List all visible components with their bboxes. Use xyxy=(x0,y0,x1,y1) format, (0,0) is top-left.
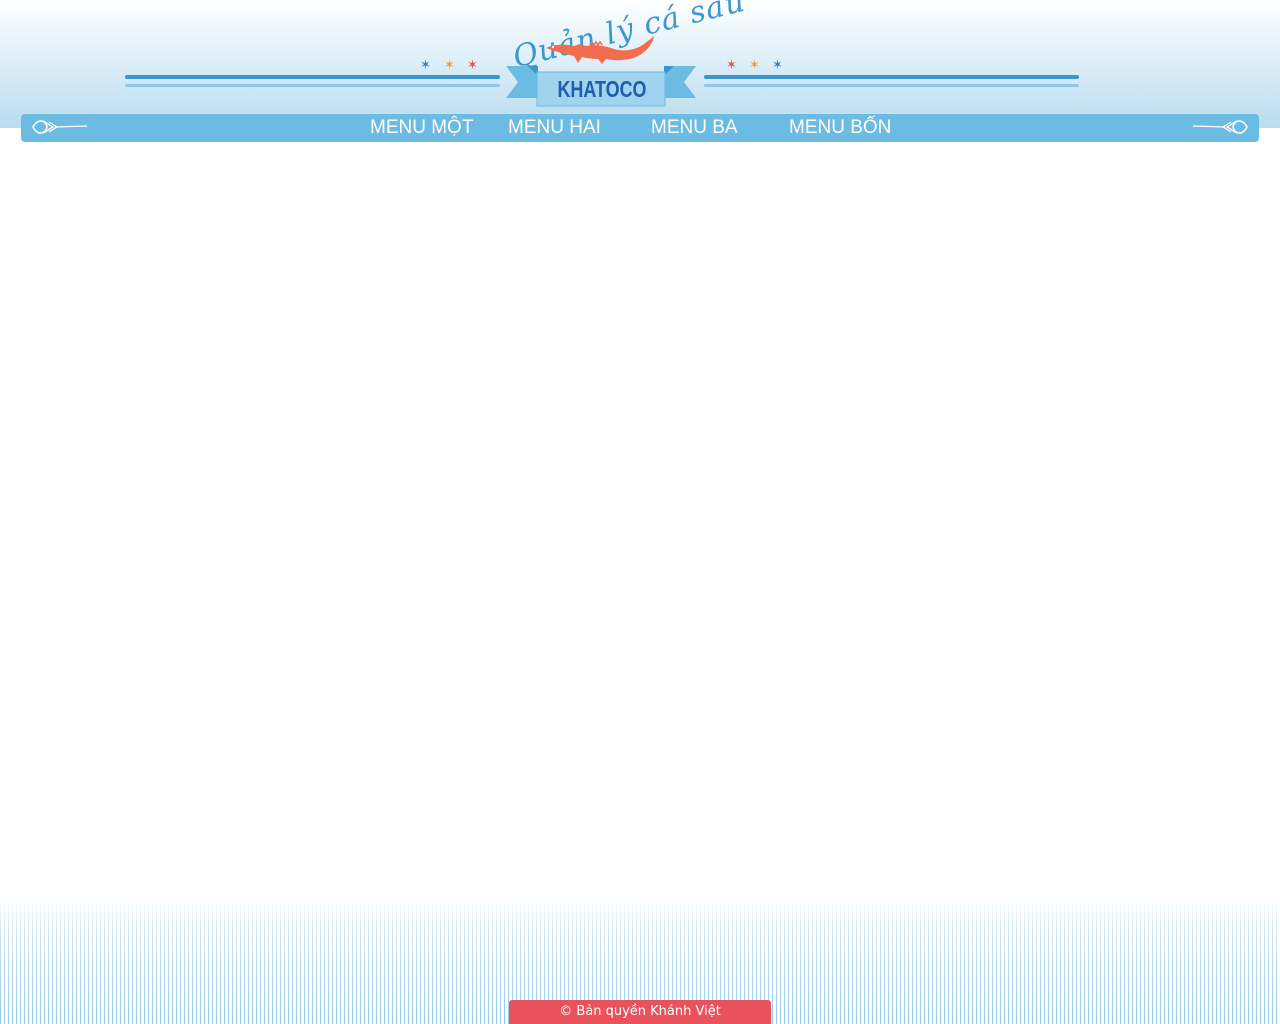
crocodile-icon xyxy=(546,36,654,64)
ornament-left-icon xyxy=(32,120,87,134)
main-nav: MENU MỘT MENU HAI MENU BA MENU BỐN xyxy=(21,114,1259,142)
nav-menu-ba[interactable]: MENU BA xyxy=(651,117,738,139)
nav-menu-bon[interactable]: MENU BỐN xyxy=(789,117,891,139)
star-icon: ✶ xyxy=(726,58,737,73)
brand-name: KHATOCO xyxy=(557,76,647,102)
header-rule-left-thin xyxy=(125,84,500,87)
header: ✶ ✶ ✶ ✶ ✶ ✶ Quản lý cá sấu KHATOCO xyxy=(0,0,1280,128)
nav-menu-hai[interactable]: MENU HAI xyxy=(508,117,601,139)
star-icon: ✶ xyxy=(467,58,478,73)
star-icon: ✶ xyxy=(420,58,431,73)
star-icon: ✶ xyxy=(772,58,783,73)
copyright-badge: © Bản quyền Khánh Việt xyxy=(509,1000,771,1024)
star-icon: ✶ xyxy=(749,58,760,73)
nav-menu-mot[interactable]: MENU MỘT xyxy=(370,117,473,139)
star-icon: ✶ xyxy=(444,58,455,73)
header-rule-right xyxy=(704,75,1079,79)
site-logo[interactable]: Quản lý cá sấu KHATOCO xyxy=(500,0,749,110)
page: ✶ ✶ ✶ ✶ ✶ ✶ Quản lý cá sấu KHATOCO MENU … xyxy=(0,0,1280,1024)
ornament-right-icon xyxy=(1193,120,1248,134)
header-rule-left xyxy=(125,75,500,79)
header-rule-right-thin xyxy=(704,84,1079,87)
